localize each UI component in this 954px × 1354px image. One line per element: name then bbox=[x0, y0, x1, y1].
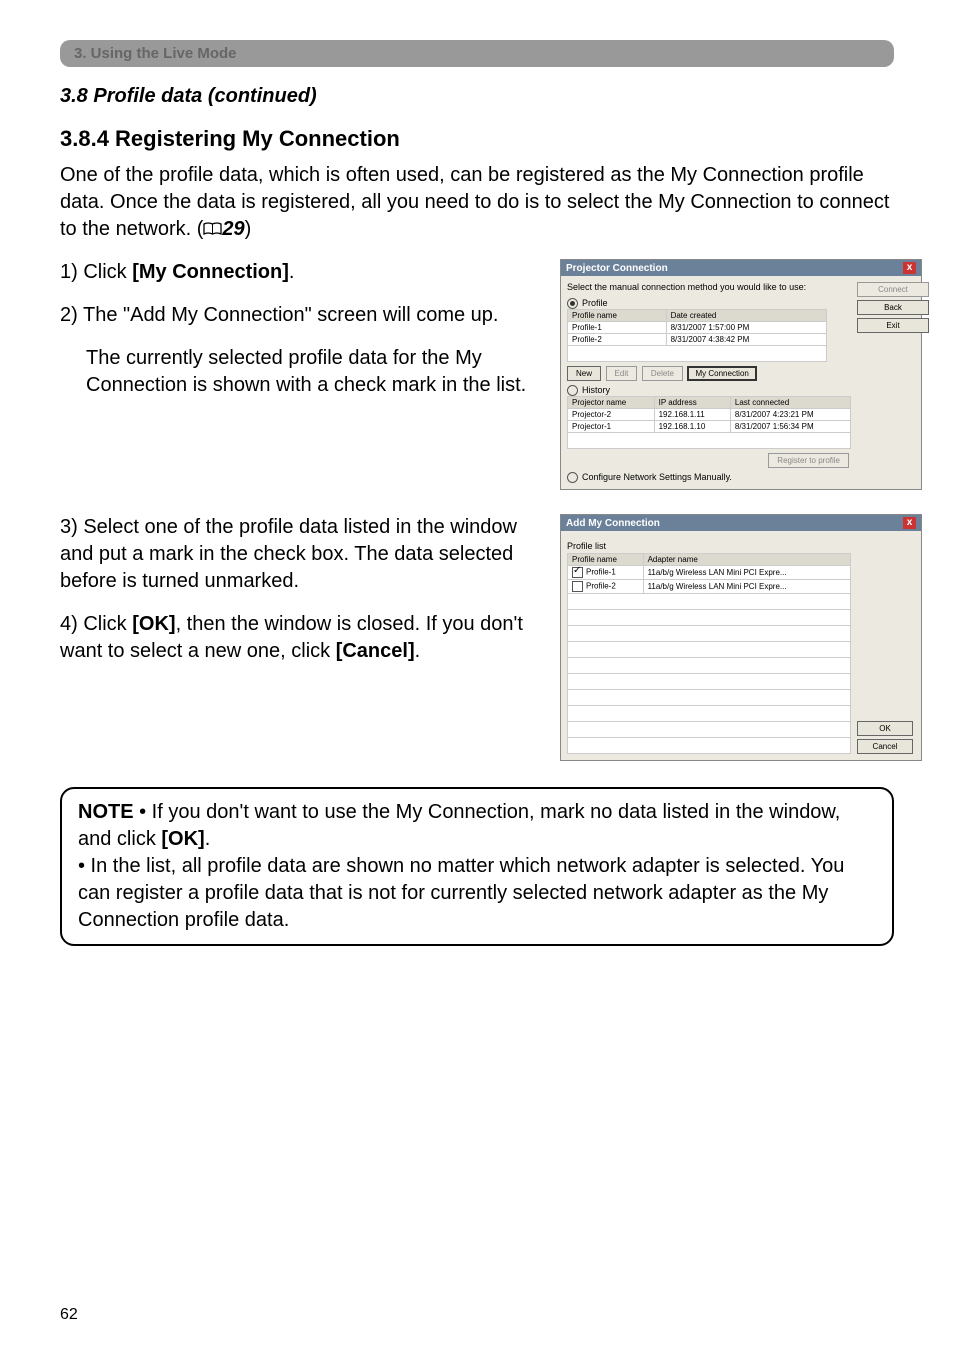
step4-b2: [Cancel] bbox=[336, 640, 415, 662]
cell: Profile-2 bbox=[568, 334, 667, 346]
th-adapter: Adapter name bbox=[643, 554, 850, 566]
step4-pre: 4) Click bbox=[60, 613, 132, 635]
dialog1-title: Projector Connection bbox=[566, 263, 668, 274]
new-button[interactable]: New bbox=[567, 366, 601, 381]
profile-radio-row[interactable]: Profile bbox=[567, 298, 851, 309]
step-2-cont: The currently selected profile data for … bbox=[86, 345, 540, 399]
table-row[interactable]: Projector-2192.168.1.118/31/2007 4:23:21… bbox=[568, 409, 851, 421]
note-text-1-post: . bbox=[205, 828, 211, 850]
cell: 192.168.1.11 bbox=[654, 409, 730, 421]
dialog2-titlebar: Add My Connection x bbox=[561, 515, 921, 531]
page-number: 62 bbox=[60, 1306, 78, 1324]
edit-button[interactable]: Edit bbox=[606, 366, 638, 381]
manual-radio-label: Configure Network Settings Manually. bbox=[582, 472, 732, 482]
cell: Projector-2 bbox=[568, 409, 655, 421]
th-date: Date created bbox=[666, 310, 826, 322]
register-profile-button[interactable]: Register to profile bbox=[768, 453, 849, 468]
th-profile-name: Profile name bbox=[568, 554, 644, 566]
note-text-2: • In the list, all profile data are show… bbox=[78, 855, 844, 931]
step1-pre: 1) Click bbox=[60, 261, 132, 283]
exit-button[interactable]: Exit bbox=[857, 318, 929, 333]
table-row[interactable]: Profile-18/31/2007 1:57:00 PM bbox=[568, 322, 827, 334]
history-radio-label: History bbox=[582, 385, 610, 395]
cell: 8/31/2007 1:57:00 PM bbox=[666, 322, 826, 334]
profile-list-label: Profile list bbox=[567, 541, 851, 551]
intro-ref: 29 bbox=[222, 218, 244, 240]
cell: 8/31/2007 1:56:34 PM bbox=[730, 421, 850, 433]
step-1: 1) Click [My Connection]. bbox=[60, 259, 540, 286]
radio-icon bbox=[567, 298, 578, 309]
dialog1-titlebar: Projector Connection x bbox=[561, 260, 921, 276]
intro-text-2: ) bbox=[245, 218, 252, 240]
intro-text-1: One of the profile data, which is often … bbox=[60, 164, 889, 240]
th-ip: IP address bbox=[654, 397, 730, 409]
delete-button[interactable]: Delete bbox=[642, 366, 683, 381]
note-box: NOTE • If you don't want to use the My C… bbox=[60, 787, 894, 946]
th-profile-name: Profile name bbox=[568, 310, 667, 322]
table-row[interactable]: Profile-111a/b/g Wireless LAN Mini PCI E… bbox=[568, 566, 851, 580]
cell: Profile-1 bbox=[568, 566, 644, 580]
section-title: 3.8 Profile data (continued) bbox=[60, 85, 894, 108]
checkbox-icon[interactable] bbox=[572, 567, 583, 578]
close-icon[interactable]: x bbox=[903, 262, 916, 274]
table-row[interactable]: Profile-28/31/2007 4:38:42 PM bbox=[568, 334, 827, 346]
cell: 8/31/2007 4:23:21 PM bbox=[730, 409, 850, 421]
radio-icon bbox=[567, 472, 578, 483]
radio-icon bbox=[567, 385, 578, 396]
step2-text: 2) The "Add My Connection" screen will c… bbox=[60, 304, 498, 326]
dialog1-instruction: Select the manual connection method you … bbox=[567, 282, 851, 292]
profile-list-table: Profile nameAdapter name Profile-111a/b/… bbox=[567, 553, 851, 754]
step4-post: . bbox=[415, 640, 421, 662]
chapter-bar: 3. Using the Live Mode bbox=[60, 40, 894, 67]
table-row[interactable]: Projector-1192.168.1.108/31/2007 1:56:34… bbox=[568, 421, 851, 433]
th-proj-name: Projector name bbox=[568, 397, 655, 409]
manual-radio-row[interactable]: Configure Network Settings Manually. bbox=[567, 472, 851, 483]
cell: 192.168.1.10 bbox=[654, 421, 730, 433]
projector-connection-dialog: Projector Connection x Select the manual… bbox=[560, 259, 922, 490]
cell: Profile-2 bbox=[568, 580, 644, 594]
add-my-connection-dialog: Add My Connection x Profile list Profile… bbox=[560, 514, 922, 761]
note-label: NOTE bbox=[78, 801, 134, 823]
cell: 8/31/2007 4:38:42 PM bbox=[666, 334, 826, 346]
cell: 11a/b/g Wireless LAN Mini PCI Expre... bbox=[643, 566, 850, 580]
note-ok: [OK] bbox=[161, 828, 204, 850]
back-button[interactable]: Back bbox=[857, 300, 929, 315]
step-2: 2) The "Add My Connection" screen will c… bbox=[60, 302, 540, 329]
dialog2-title: Add My Connection bbox=[566, 518, 660, 529]
history-radio-row[interactable]: History bbox=[567, 385, 851, 396]
profile-radio-label: Profile bbox=[582, 298, 608, 308]
step4-b1: [OK] bbox=[132, 613, 175, 635]
cell: Projector-1 bbox=[568, 421, 655, 433]
close-icon[interactable]: x bbox=[903, 517, 916, 529]
ok-button[interactable]: OK bbox=[857, 721, 913, 736]
step1-post: . bbox=[289, 261, 295, 283]
connect-button[interactable]: Connect bbox=[857, 282, 929, 297]
step-3: 3) Select one of the profile data listed… bbox=[60, 514, 540, 595]
cell: 11a/b/g Wireless LAN Mini PCI Expre... bbox=[643, 580, 850, 594]
my-connection-button[interactable]: My Connection bbox=[687, 366, 756, 381]
cancel-button[interactable]: Cancel bbox=[857, 739, 913, 754]
profile-table: Profile nameDate created Profile-18/31/2… bbox=[567, 309, 827, 362]
intro-paragraph: One of the profile data, which is often … bbox=[60, 162, 894, 243]
cell: Profile-1 bbox=[568, 322, 667, 334]
checkbox-icon[interactable] bbox=[572, 581, 583, 592]
subsection-title: 3.8.4 Registering My Connection bbox=[60, 126, 894, 152]
book-icon bbox=[203, 222, 222, 236]
table-row[interactable]: Profile-211a/b/g Wireless LAN Mini PCI E… bbox=[568, 580, 851, 594]
history-table: Projector nameIP addressLast connected P… bbox=[567, 396, 851, 449]
step-4: 4) Click [OK], then the window is closed… bbox=[60, 611, 540, 665]
step1-bold: [My Connection] bbox=[132, 261, 289, 283]
th-last: Last connected bbox=[730, 397, 850, 409]
